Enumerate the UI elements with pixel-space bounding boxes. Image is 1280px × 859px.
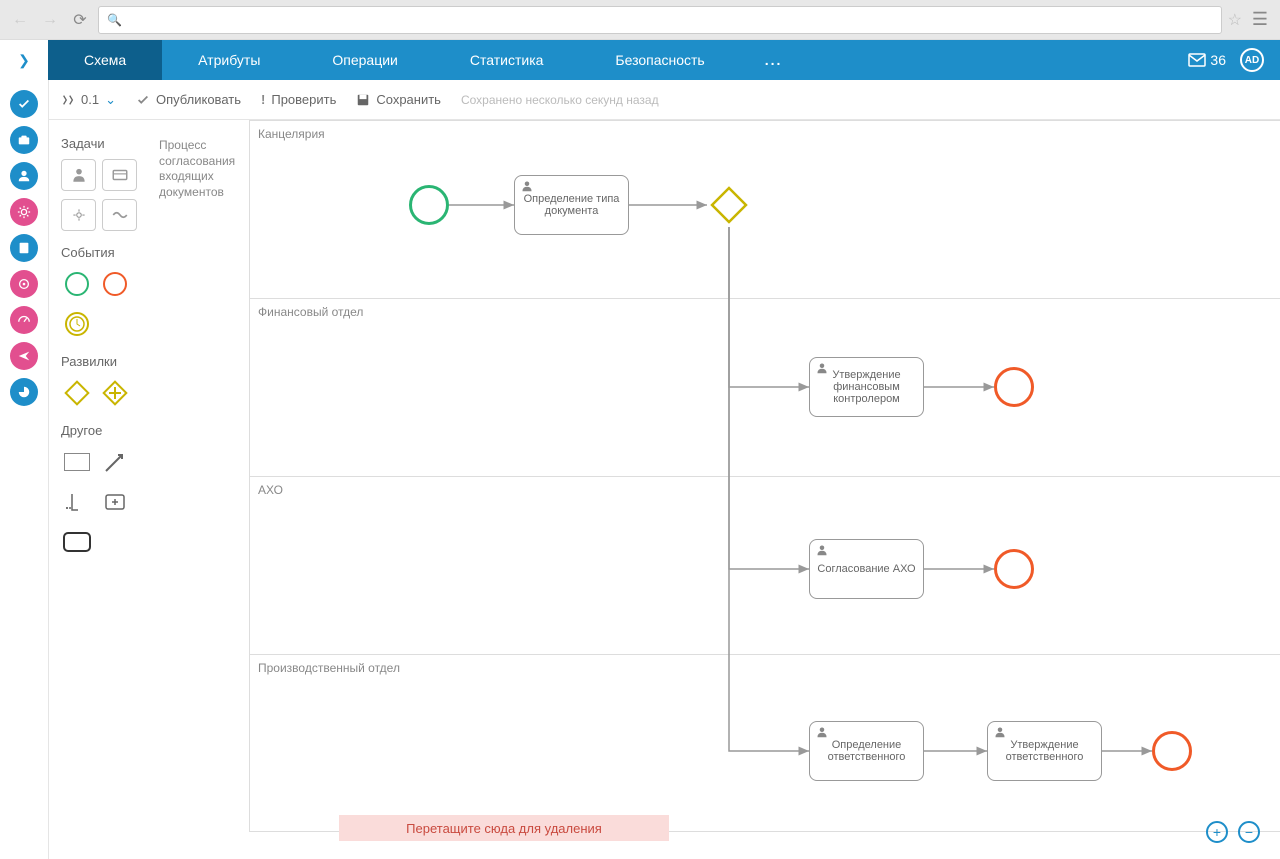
rail-gear-icon[interactable] (10, 198, 38, 226)
palette-parallel-gateway[interactable] (99, 377, 131, 409)
bookmark-icon[interactable]: ☆ (1228, 10, 1242, 30)
rail-check-icon[interactable] (10, 90, 38, 118)
palette-service-task[interactable] (102, 159, 137, 191)
task-define-responsible[interactable]: Определение ответственного (809, 721, 924, 781)
avatar[interactable]: AD (1240, 48, 1264, 72)
palette-user-task[interactable] (61, 159, 96, 191)
zoom-in-button[interactable]: + (1206, 821, 1228, 843)
forward-button[interactable]: → (38, 8, 62, 32)
lane-3[interactable]: Производственный отдел (249, 654, 1280, 832)
tab-operations[interactable]: Операции (296, 40, 434, 80)
lane-3-label: Производственный отдел (258, 661, 400, 677)
zoom-out-button[interactable]: − (1238, 821, 1260, 843)
task-fin-approve[interactable]: Утверждение финансовым контролером (809, 357, 924, 417)
task-aho-approve[interactable]: Согласование АХО (809, 539, 924, 599)
lane-0-label: Канцелярия (258, 127, 325, 143)
tab-statistics[interactable]: Статистика (434, 40, 580, 80)
search-icon: 🔍 (107, 13, 122, 27)
palette-connector[interactable] (99, 446, 131, 478)
user-icon (816, 726, 828, 738)
palette-end-event[interactable] (99, 268, 131, 300)
version-selector[interactable]: 0.1 ⌄ (61, 92, 116, 108)
editor-toolbar: 0.1 ⌄ Опубликовать ! Проверить Сохранить… (49, 80, 1280, 120)
start-event[interactable] (409, 185, 449, 225)
tab-security[interactable]: Безопасность (579, 40, 740, 80)
publish-button[interactable]: Опубликовать (136, 92, 241, 107)
rail-send-icon[interactable] (10, 342, 38, 370)
rail-data-icon[interactable] (10, 270, 38, 298)
end-event-1[interactable] (994, 367, 1034, 407)
main-tabs: ❯ Схема Атрибуты Операции Статистика Без… (0, 40, 1280, 80)
pool-title: Процесс согласования входящих документов (155, 130, 245, 208)
icon-rail (0, 80, 48, 859)
palette-script-task[interactable] (102, 199, 137, 231)
back-button[interactable]: ← (8, 8, 32, 32)
user-icon (816, 544, 828, 556)
palette-other-label: Другое (61, 423, 137, 438)
save-status: Сохранено несколько секунд назад (461, 93, 659, 107)
rail-chart-icon[interactable] (10, 378, 38, 406)
task-approve-responsible[interactable]: Утверждение ответственного (987, 721, 1102, 781)
palette-tasks-label: Задачи (61, 136, 137, 151)
palette-start-event[interactable] (61, 268, 93, 300)
lane-2[interactable]: АХО (249, 476, 1280, 654)
rail-document-icon[interactable] (10, 234, 38, 262)
sidebar-toggle[interactable]: ❯ (0, 40, 48, 80)
palette-subprocess[interactable] (99, 486, 131, 518)
exclamation-icon: ! (261, 92, 265, 107)
palette-container[interactable] (61, 526, 93, 558)
palette-events-label: События (61, 245, 137, 260)
save-icon (356, 93, 370, 107)
lane-2-label: АХО (258, 483, 283, 499)
browser-chrome: ← → ⟳ 🔍 ☆ ☰ (0, 0, 1280, 40)
hamburger-icon[interactable]: ☰ (1248, 8, 1272, 32)
palette-pool[interactable] (61, 446, 93, 478)
save-button[interactable]: Сохранить (356, 92, 441, 107)
lane-0[interactable]: Канцелярия (249, 120, 1280, 298)
rail-gauge-icon[interactable] (10, 306, 38, 334)
rail-briefcase-icon[interactable] (10, 126, 38, 154)
palette-gateways-label: Развилки (61, 354, 137, 369)
rail-user-icon[interactable] (10, 162, 38, 190)
tab-schema[interactable]: Схема (48, 40, 162, 80)
diagram-canvas[interactable]: Процесс согласования входящих документов… (149, 120, 1280, 859)
element-palette: Задачи События Развилки (49, 120, 149, 859)
branch-icon (61, 93, 75, 107)
end-event-3[interactable] (1152, 731, 1192, 771)
palette-settings-task[interactable] (61, 199, 96, 231)
palette-timer-event[interactable] (61, 308, 93, 340)
mail-count: 36 (1210, 52, 1226, 68)
check-button[interactable]: ! Проверить (261, 92, 336, 107)
delete-drop-zone[interactable]: Перетащите сюда для удаления (339, 815, 669, 841)
address-bar[interactable]: 🔍 (98, 6, 1222, 34)
tab-more[interactable]: ... (741, 40, 807, 80)
lane-1[interactable]: Финансовый отдел (249, 298, 1280, 476)
check-icon (136, 93, 150, 107)
end-event-2[interactable] (994, 549, 1034, 589)
task-define-type[interactable]: Определение типа документа (514, 175, 629, 235)
user-icon (994, 726, 1006, 738)
palette-annotation[interactable] (61, 486, 93, 518)
user-icon (816, 362, 828, 374)
version-label: 0.1 (81, 92, 99, 107)
chevron-down-icon: ⌄ (105, 92, 116, 108)
lane-1-label: Финансовый отдел (258, 305, 363, 321)
exclusive-gateway[interactable] (707, 183, 751, 227)
reload-button[interactable]: ⟳ (68, 8, 92, 32)
tab-attributes[interactable]: Атрибуты (162, 40, 296, 80)
mail-badge[interactable]: 36 (1188, 52, 1226, 68)
palette-exclusive-gateway[interactable] (61, 377, 93, 409)
user-icon (521, 180, 533, 192)
mail-icon (1188, 53, 1206, 67)
